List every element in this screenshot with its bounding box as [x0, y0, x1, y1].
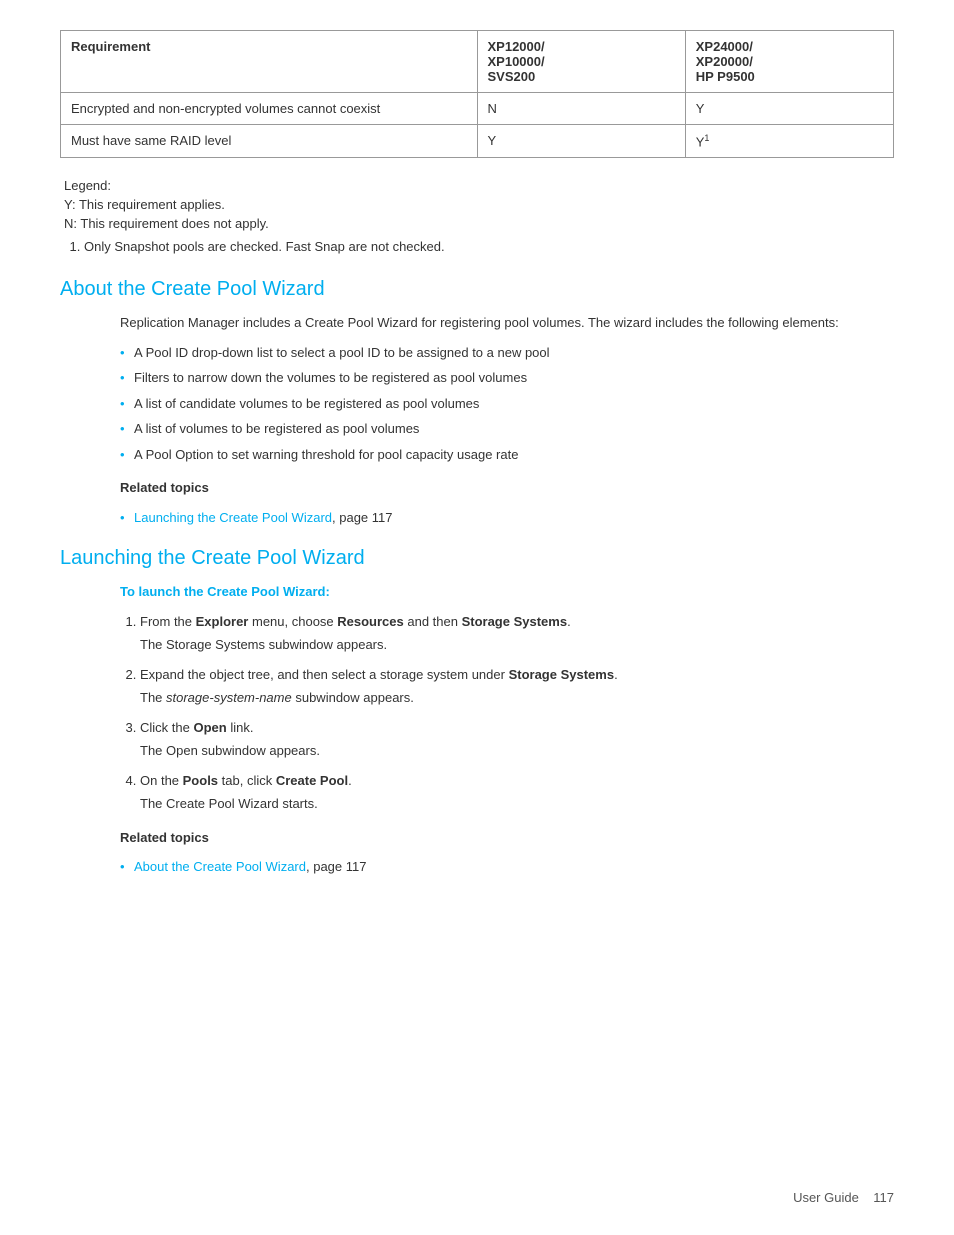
table-header-col2: XP24000/ XP20000/ HP P9500	[685, 31, 893, 93]
step2-subtext-prefix: The	[140, 690, 166, 705]
step2-bold1: Storage Systems	[509, 667, 615, 682]
about-section-heading: About the Create Pool Wizard	[60, 278, 894, 301]
step2-subtext-suffix: subwindow appears.	[292, 690, 414, 705]
step3-prefix: Click the	[140, 720, 193, 735]
launching-step-4: On the Pools tab, click Create Pool. The…	[140, 771, 894, 814]
launching-related-topic-suffix-1: , page 117	[306, 859, 366, 874]
launching-step-1: From the Explorer menu, choose Resources…	[140, 612, 894, 655]
step3-subtext: The Open subwindow appears.	[140, 741, 894, 761]
step1-suffix: .	[567, 614, 571, 629]
launching-steps-list: From the Explorer menu, choose Resources…	[120, 612, 894, 814]
step2-suffix: .	[614, 667, 618, 682]
about-bullets-list: A Pool ID drop-down list to select a poo…	[120, 343, 894, 465]
about-intro: Replication Manager includes a Create Po…	[120, 313, 894, 333]
about-related-topic-1: Launching the Create Pool Wizard, page 1…	[120, 508, 894, 528]
step4-suffix: .	[348, 773, 352, 788]
launching-step-3: Click the Open link. The Open subwindow …	[140, 718, 894, 761]
legend-numbered-item-1: Only Snapshot pools are checked. Fast Sn…	[84, 239, 894, 254]
about-related-topic-link-1[interactable]: Launching the Create Pool Wizard	[134, 510, 332, 525]
about-related-topic-suffix-1: , page 117	[332, 510, 392, 525]
step4-mid: tab, click	[218, 773, 276, 788]
about-bullet-3: A list of candidate volumes to be regist…	[120, 394, 894, 414]
step1-bold2: Resources	[337, 614, 403, 629]
table-cell-col1-2: Y	[477, 125, 685, 158]
table-cell-requirement-2: Must have same RAID level	[61, 125, 478, 158]
step1-prefix: From the	[140, 614, 196, 629]
legend-section: Legend: Y: This requirement applies. N: …	[60, 178, 894, 254]
about-related-topics-label: Related topics	[120, 478, 894, 498]
step3-suffix: link.	[227, 720, 254, 735]
launching-related-topics-list: About the Create Pool Wizard, page 117	[120, 857, 894, 877]
step1-bold3: Storage Systems	[462, 614, 568, 629]
about-bullet-2: Filters to narrow down the volumes to be…	[120, 368, 894, 388]
step4-prefix: On the	[140, 773, 183, 788]
step3-bold1: Open	[193, 720, 226, 735]
table-row: Encrypted and non-encrypted volumes cann…	[61, 93, 894, 125]
about-bullet-4: A list of volumes to be registered as po…	[120, 419, 894, 439]
table-cell-col1-1: N	[477, 93, 685, 125]
table-cell-col2-1: Y	[685, 93, 893, 125]
step2-prefix: Expand the object tree, and then select …	[140, 667, 509, 682]
launching-section-heading: Launching the Create Pool Wizard	[60, 547, 894, 570]
launching-sub-heading: To launch the Create Pool Wizard:	[120, 582, 894, 602]
launching-step-2: Expand the object tree, and then select …	[140, 665, 894, 708]
step4-bold1: Pools	[183, 773, 218, 788]
about-bullet-5: A Pool Option to set warning threshold f…	[120, 445, 894, 465]
step1-mid1: menu, choose	[248, 614, 337, 629]
step4-bold2: Create Pool	[276, 773, 348, 788]
legend-label: Legend:	[64, 178, 894, 193]
table-cell-col2-2: Y1	[685, 125, 893, 158]
step1-bold1: Explorer	[196, 614, 249, 629]
about-related-topics-list: Launching the Create Pool Wizard, page 1…	[120, 508, 894, 528]
about-bullet-1: A Pool ID drop-down list to select a poo…	[120, 343, 894, 363]
launching-section-content: To launch the Create Pool Wizard: From t…	[60, 582, 894, 877]
footer-page-number: 117	[873, 1190, 894, 1205]
step1-mid2: and then	[404, 614, 462, 629]
page-content: Requirement XP12000/ XP10000/ SVS200 XP2…	[60, 30, 894, 877]
requirement-table: Requirement XP12000/ XP10000/ SVS200 XP2…	[60, 30, 894, 158]
page-footer: User Guide 117	[793, 1190, 894, 1205]
launching-related-topics-label: Related topics	[120, 828, 894, 848]
step2-subtext: The storage-system-name subwindow appear…	[140, 688, 894, 708]
launching-related-topic-link-1[interactable]: About the Create Pool Wizard	[134, 859, 306, 874]
step4-subtext: The Create Pool Wizard starts.	[140, 794, 894, 814]
table-header-col1: XP12000/ XP10000/ SVS200	[477, 31, 685, 93]
about-section-content: Replication Manager includes a Create Po…	[60, 313, 894, 527]
launching-related-topics: Related topics About the Create Pool Wiz…	[120, 828, 894, 877]
table-row: Must have same RAID level Y Y1	[61, 125, 894, 158]
legend-numbered-list: Only Snapshot pools are checked. Fast Sn…	[64, 239, 894, 254]
legend-y: Y: This requirement applies.	[64, 197, 894, 212]
legend-n: N: This requirement does not apply.	[64, 216, 894, 231]
footer-label: User Guide	[793, 1190, 859, 1205]
launching-related-topic-1: About the Create Pool Wizard, page 117	[120, 857, 894, 877]
step1-subtext: The Storage Systems subwindow appears.	[140, 635, 894, 655]
about-related-topics: Related topics Launching the Create Pool…	[120, 478, 894, 527]
table-header-requirement: Requirement	[61, 31, 478, 93]
table-cell-requirement-1: Encrypted and non-encrypted volumes cann…	[61, 93, 478, 125]
step2-italic: storage-system-name	[166, 690, 292, 705]
superscript-1: 1	[704, 133, 709, 143]
